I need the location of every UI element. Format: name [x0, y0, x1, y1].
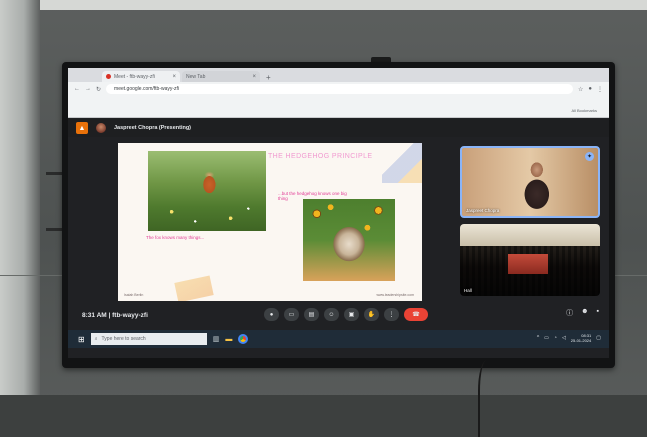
task-view-icon[interactable]: ▥ — [213, 335, 220, 343]
all-bookmarks-link[interactable]: All Bookmarks — [571, 108, 597, 113]
tab-title: New Tab — [186, 73, 206, 80]
tab-new[interactable]: New Tab × — [182, 71, 260, 82]
close-icon[interactable]: × — [252, 74, 256, 80]
meeting-time: 8:31 AM — [82, 311, 107, 319]
system-tray: ^ ▭ ◔ ◁ 08:31 25-01-2024 ▢ — [537, 333, 601, 343]
slide-decoration — [382, 143, 422, 183]
file-explorer-icon[interactable]: ▬ — [225, 336, 232, 343]
hedgehog-image — [303, 199, 395, 281]
back-icon[interactable]: ← — [74, 86, 80, 92]
more-icon[interactable]: ⋮ — [384, 308, 399, 321]
windows-start-icon[interactable]: ⊞ — [78, 335, 85, 344]
browser-tabbar: Meet - ftb-wayy-zfi × New Tab × + — [68, 68, 609, 82]
clock-date: 25-01-2024 — [570, 338, 592, 343]
presented-slide: THE HEDGEHOG PRINCIPLE ...but the hedgeh… — [118, 143, 422, 301]
chat-icon[interactable]: ▪ — [597, 308, 599, 318]
camera-icon[interactable]: ▭ — [284, 308, 299, 321]
wall-bracket — [46, 228, 62, 231]
network-icon[interactable]: ◔ — [554, 335, 557, 341]
hall-stage — [508, 254, 548, 274]
participant-name: Jaspreet Chopra — [466, 208, 500, 213]
slide-title: THE HEDGEHOG PRINCIPLE — [268, 153, 373, 160]
side-controls: ⓘ ☻ ▪ — [566, 308, 599, 318]
taskbar: ⊞ ⌕ Type here to search ▥ ▬ ^ ▭ ◔ ◁ 08:3… — [68, 330, 609, 348]
people-icon[interactable]: ☻ — [581, 308, 588, 318]
menu-icon[interactable]: ⋮ — [597, 86, 603, 93]
url-text: meet.google.com/ftb-wayy-zfi — [114, 86, 180, 92]
close-icon[interactable]: × — [172, 74, 176, 80]
battery-icon[interactable]: ▭ — [544, 335, 549, 341]
meet-header: ▲ Jaspreet Chopra (Presenting) — [68, 119, 609, 137]
new-tab-icon[interactable]: + — [266, 73, 271, 82]
hall-ceiling — [460, 224, 600, 246]
activities-icon[interactable]: ▲ — [76, 122, 88, 134]
tv-display: Meet - ftb-wayy-zfi × New Tab × + ← → ↻ … — [62, 62, 615, 368]
taskbar-clock[interactable]: 08:31 25-01-2024 — [571, 333, 591, 343]
slide-decoration — [174, 275, 214, 301]
slide-url: www.leadershipsite.com — [376, 293, 414, 297]
ceiling — [0, 0, 647, 10]
meet-controls-bar: 8:31 AM | ftb-wayy-zfi ● ▭ ▤ ☺ ▣ ✋ ⋮ ☎ ⓘ… — [68, 304, 609, 326]
participant-name: Hall — [464, 288, 472, 293]
volume-icon[interactable]: ◁ — [562, 335, 566, 341]
raise-hand-icon[interactable]: ✋ — [364, 308, 379, 321]
bookmarks-bar: All Bookmarks — [68, 96, 609, 118]
wall-bracket — [46, 172, 62, 175]
tab-meet[interactable]: Meet - ftb-wayy-zfi × — [102, 71, 180, 82]
presenter-name: Jaspreet Chopra (Presenting) — [114, 125, 192, 131]
participant-tile[interactable]: ✦ Jaspreet Chopra — [460, 146, 600, 218]
captions-icon[interactable]: ▤ — [304, 308, 319, 321]
url-input[interactable]: meet.google.com/ftb-wayy-zfi — [106, 84, 573, 94]
info-icon[interactable]: ⓘ — [566, 308, 573, 318]
tab-title: Meet - ftb-wayy-zfi — [114, 73, 155, 80]
tv-cable — [478, 360, 500, 437]
screen: Meet - ftb-wayy-zfi × New Tab × + ← → ↻ … — [68, 68, 609, 358]
recording-icon — [106, 74, 111, 79]
search-icon: ⌕ — [94, 336, 98, 342]
flowers — [148, 199, 266, 231]
star-icon[interactable]: ☆ — [578, 86, 583, 93]
meeting-time-code: 8:31 AM | ftb-wayy-zfi — [82, 311, 148, 319]
meeting-code: ftb-wayy-zfi — [112, 311, 148, 319]
notifications-icon[interactable]: ▢ — [596, 335, 601, 341]
slide-footnote: Isaiah Berlin — [124, 293, 144, 297]
side-wall — [0, 0, 40, 437]
chrome-icon[interactable] — [238, 334, 249, 344]
call-controls: ● ▭ ▤ ☺ ▣ ✋ ⋮ ☎ — [264, 308, 428, 321]
floor — [0, 395, 647, 437]
present-icon[interactable]: ▣ — [344, 308, 359, 321]
address-bar: ← → ↻ meet.google.com/ftb-wayy-zfi ☆ ● ⋮ — [68, 82, 609, 96]
profile-icon[interactable]: ● — [588, 86, 592, 92]
mic-icon[interactable]: ● — [264, 308, 279, 321]
participant-tile[interactable]: Hall — [460, 224, 600, 296]
emoji-icon[interactable]: ☺ — [324, 308, 339, 321]
forward-icon[interactable]: → — [85, 86, 91, 92]
taskbar-search-input[interactable]: ⌕ Type here to search — [90, 333, 207, 345]
pin-icon[interactable]: ✦ — [585, 152, 594, 161]
fox-caption: The fox knows many things... — [146, 235, 205, 240]
search-placeholder: Type here to search — [101, 336, 146, 342]
hangup-icon[interactable]: ☎ — [404, 308, 428, 321]
fox-image — [148, 151, 266, 231]
chevron-up-icon[interactable]: ^ — [537, 335, 539, 341]
avatar — [96, 123, 106, 133]
reload-icon[interactable]: ↻ — [96, 86, 101, 93]
